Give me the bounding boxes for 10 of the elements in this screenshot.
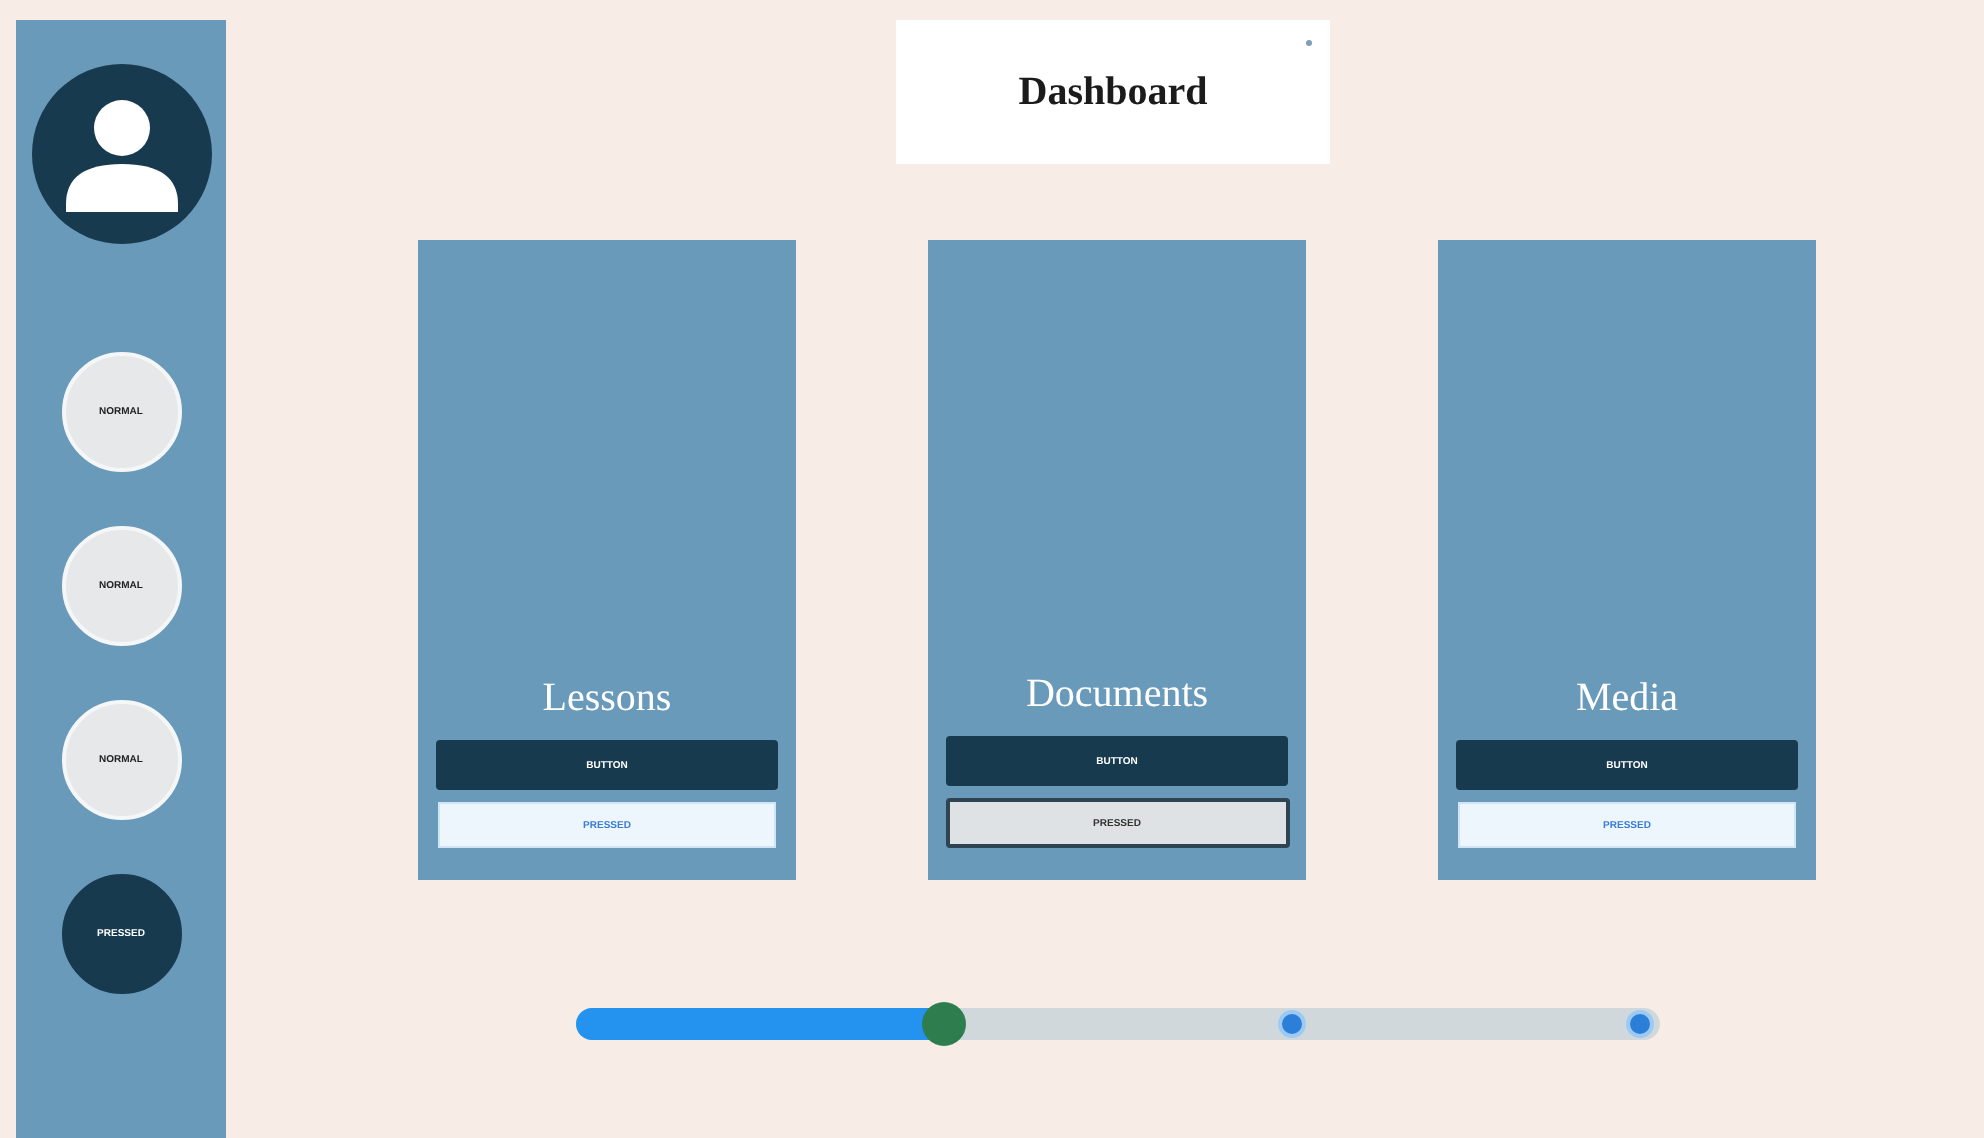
avatar-icon[interactable]: [31, 64, 211, 244]
card-title: Lessons: [542, 676, 672, 722]
slider-thumb[interactable]: [921, 1002, 966, 1046]
page-title: Dashboard: [1018, 69, 1208, 115]
card-title: Documents: [1025, 672, 1209, 718]
card-title: Media: [1575, 676, 1679, 722]
step-icon: [1626, 1010, 1655, 1038]
step-icon: [1278, 1010, 1307, 1038]
slider-track[interactable]: [575, 1008, 1659, 1040]
dot-icon: [1306, 40, 1312, 46]
